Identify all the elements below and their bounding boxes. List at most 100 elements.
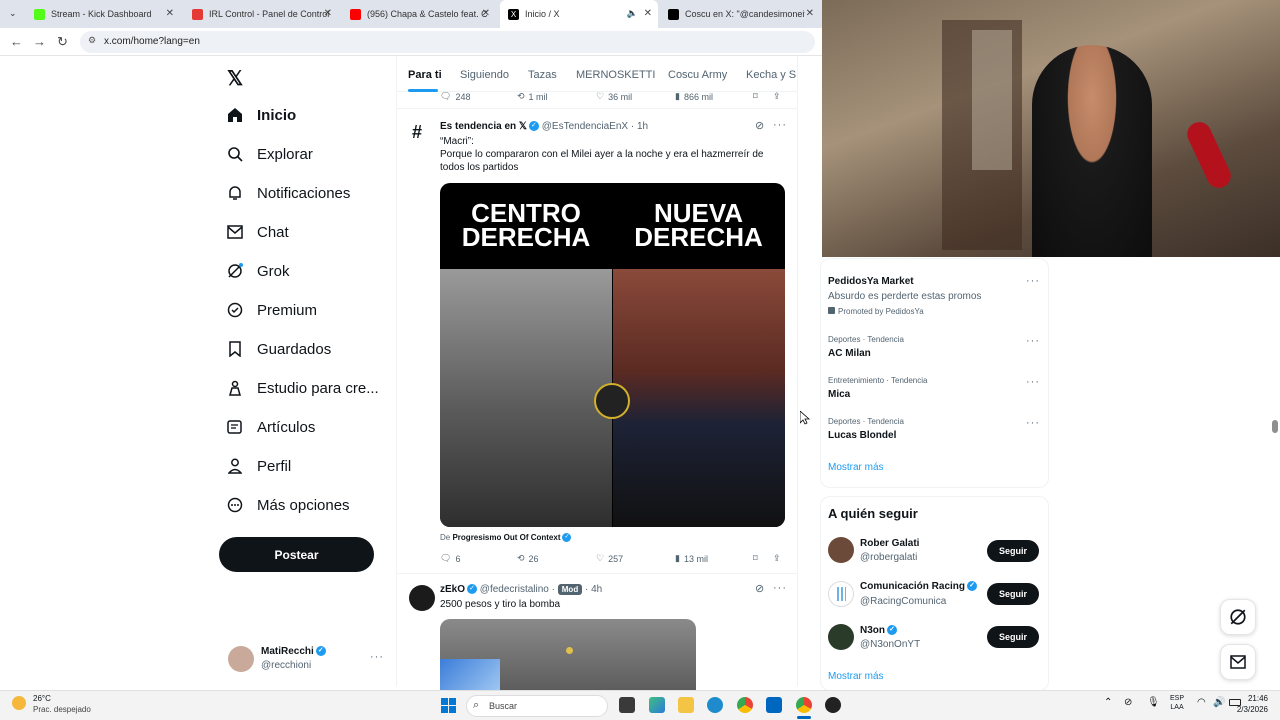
show-more-link[interactable]: Mostrar más xyxy=(828,462,884,473)
show-more-link[interactable]: Mostrar más xyxy=(828,671,884,682)
close-tab-icon[interactable]: ✕ xyxy=(166,8,174,19)
avatar[interactable] xyxy=(828,624,854,650)
sidebar-item-guardados[interactable]: Guardados xyxy=(226,340,331,358)
promo-name[interactable]: PedidosYa Market xyxy=(828,276,914,287)
follow-name[interactable]: Comunicación Racing xyxy=(860,581,965,592)
tweet-time[interactable]: · 4h xyxy=(585,584,602,595)
bookmark-button[interactable]: ⌑ xyxy=(753,91,758,102)
tweet-author-handle[interactable]: @EsTendenciaEnX xyxy=(542,121,628,132)
folder-icon[interactable] xyxy=(678,697,694,713)
tab-kecha[interactable]: Kecha y Sc xyxy=(746,69,796,81)
browser-tab[interactable]: IRL Control - Panel de Control d ✕ xyxy=(184,0,338,28)
share-button[interactable]: ⇪ xyxy=(773,91,781,102)
sidebar-item-premium[interactable]: Premium xyxy=(226,301,317,319)
back-icon[interactable]: ← xyxy=(10,34,23,49)
tweet-author-handle[interactable]: @fedecristalino xyxy=(480,584,549,595)
like-button[interactable]: ♡ 257 xyxy=(596,553,623,564)
follow-button[interactable]: Seguir xyxy=(987,583,1039,605)
sidebar-item-notificaciones[interactable]: Notificaciones xyxy=(226,184,350,202)
account-switcher[interactable]: MatiRecchi ✓ @recchioni ··· xyxy=(226,643,386,675)
more-icon[interactable]: ··· xyxy=(1026,417,1040,429)
app-icon[interactable] xyxy=(649,697,665,713)
sidebar-item-explorar[interactable]: Explorar xyxy=(226,145,313,163)
browser-tab[interactable]: Coscu en X: "@candesimoneitt ✕ xyxy=(660,0,820,28)
views-button[interactable]: ▮ 13 mil xyxy=(675,553,708,564)
url-field[interactable]: ⚙ x.com/home?lang=en xyxy=(80,31,815,53)
grok-tweet-icon[interactable]: ⊘ xyxy=(755,119,764,132)
browser-tab[interactable]: (956) Chapa & Castelo feat. C.R. ✕ xyxy=(342,0,496,28)
sidebar-item-inicio[interactable]: Inicio xyxy=(226,106,296,124)
bookmark-button[interactable]: ⌑ xyxy=(753,553,758,564)
more-icon[interactable]: ··· xyxy=(1026,335,1040,347)
browser-tab[interactable]: Stream - Kick Dashboard ✕ xyxy=(26,0,180,28)
follow-name[interactable]: N3on xyxy=(860,625,885,636)
file-explorer-icon[interactable] xyxy=(619,697,635,713)
obs-icon[interactable] xyxy=(825,697,841,713)
messages-float-button[interactable] xyxy=(1220,644,1256,680)
reply-button[interactable]: 🗨 248 xyxy=(440,91,470,102)
edge-icon[interactable] xyxy=(707,697,723,713)
grok-float-button[interactable] xyxy=(1220,599,1256,635)
site-info-icon[interactable]: ⚙ xyxy=(88,35,96,46)
trend-name[interactable]: AC Milan xyxy=(828,348,871,359)
tweet-time[interactable]: · 1h xyxy=(631,121,648,132)
follow-button[interactable]: Seguir xyxy=(987,540,1039,562)
post-button[interactable]: Postear xyxy=(219,537,374,572)
tweet-avatar[interactable]: # xyxy=(412,122,422,143)
sidebar-item-articulos[interactable]: Artículos xyxy=(226,418,315,436)
grok-tweet-icon[interactable]: ⊘ xyxy=(755,582,764,595)
windows-start-icon[interactable] xyxy=(441,698,456,713)
views-button[interactable]: ▮ 866 mil xyxy=(675,91,713,102)
close-tab-icon[interactable]: ✕ xyxy=(324,8,332,19)
weather-text[interactable]: Prac. despejado xyxy=(33,705,91,714)
reply-button[interactable]: 🗨 6 xyxy=(440,553,460,564)
tab-mernosketti[interactable]: MERNOSKETTI xyxy=(576,69,655,81)
repost-button[interactable]: ⟲ 1 mil xyxy=(517,91,548,102)
taskbar-search[interactable]: ⌕ Buscar xyxy=(466,695,608,717)
network-off-icon[interactable]: ⊘ xyxy=(1124,697,1132,708)
browser-tab-active[interactable]: X Inicio / X 🔈 ✕ xyxy=(500,0,658,28)
scrollbar-thumb[interactable] xyxy=(1272,420,1278,433)
trend-name[interactable]: Mica xyxy=(828,389,850,400)
speaker-icon[interactable]: 🔈 xyxy=(627,8,638,19)
volume-icon[interactable]: 🔊 xyxy=(1213,697,1225,708)
clock[interactable]: 21:46 2/3/2026 xyxy=(1232,693,1268,715)
follow-button[interactable]: Seguir xyxy=(987,626,1039,648)
forward-icon[interactable]: → xyxy=(33,34,46,49)
tweet-avatar[interactable] xyxy=(409,585,435,611)
close-tab-icon[interactable]: ✕ xyxy=(482,8,490,19)
tweet-more-icon[interactable]: ··· xyxy=(773,119,787,131)
store-icon[interactable] xyxy=(766,697,782,713)
weather-temp[interactable]: 26°C xyxy=(33,694,51,703)
sidebar-item-perfil[interactable]: Perfil xyxy=(226,457,291,475)
tab-tazas[interactable]: Tazas xyxy=(528,69,557,81)
chrome-profile-icon[interactable] xyxy=(796,697,812,713)
tab-coscu-army[interactable]: Coscu Army xyxy=(668,69,727,81)
wifi-icon[interactable]: ◠ xyxy=(1197,697,1206,708)
more-icon[interactable]: ··· xyxy=(370,651,384,663)
weather-icon[interactable] xyxy=(12,696,26,710)
chrome-icon[interactable] xyxy=(737,697,753,713)
image-source-link[interactable]: Progresismo Out Of Context xyxy=(452,533,560,542)
tab-list-chevron-icon[interactable]: ⌄ xyxy=(9,8,17,19)
repost-button[interactable]: ⟲ 26 xyxy=(517,553,539,564)
like-button[interactable]: ♡ 36 mil xyxy=(596,91,632,102)
tab-siguiendo[interactable]: Siguiendo xyxy=(460,69,509,81)
reload-icon[interactable]: ↻ xyxy=(57,34,68,50)
tray-chevron-icon[interactable]: ⌃ xyxy=(1104,697,1112,708)
tweet-author-name[interactable]: zEkO xyxy=(440,584,465,595)
more-icon[interactable]: ··· xyxy=(1026,275,1040,287)
tweet-more-icon[interactable]: ··· xyxy=(773,582,787,594)
more-icon[interactable]: ··· xyxy=(1026,376,1040,388)
follow-name[interactable]: Rober Galati xyxy=(860,538,919,549)
tweet-image[interactable]: CENTRO DERECHA NUEVA DERECHA xyxy=(440,183,785,527)
avatar[interactable] xyxy=(828,581,854,607)
microphone-icon[interactable]: 🎙 xyxy=(1147,697,1160,708)
sidebar-item-estudio[interactable]: Estudio para cre... xyxy=(226,379,379,397)
language-indicator[interactable]: ESP LAA xyxy=(1170,694,1184,712)
close-tab-icon[interactable]: ✕ xyxy=(806,8,814,19)
trend-name[interactable]: Lucas Blondel xyxy=(828,430,896,441)
tweet-image[interactable] xyxy=(440,619,696,690)
sidebar-item-mas-opciones[interactable]: Más opciones xyxy=(226,496,350,514)
sidebar-item-chat[interactable]: Chat xyxy=(226,223,289,241)
